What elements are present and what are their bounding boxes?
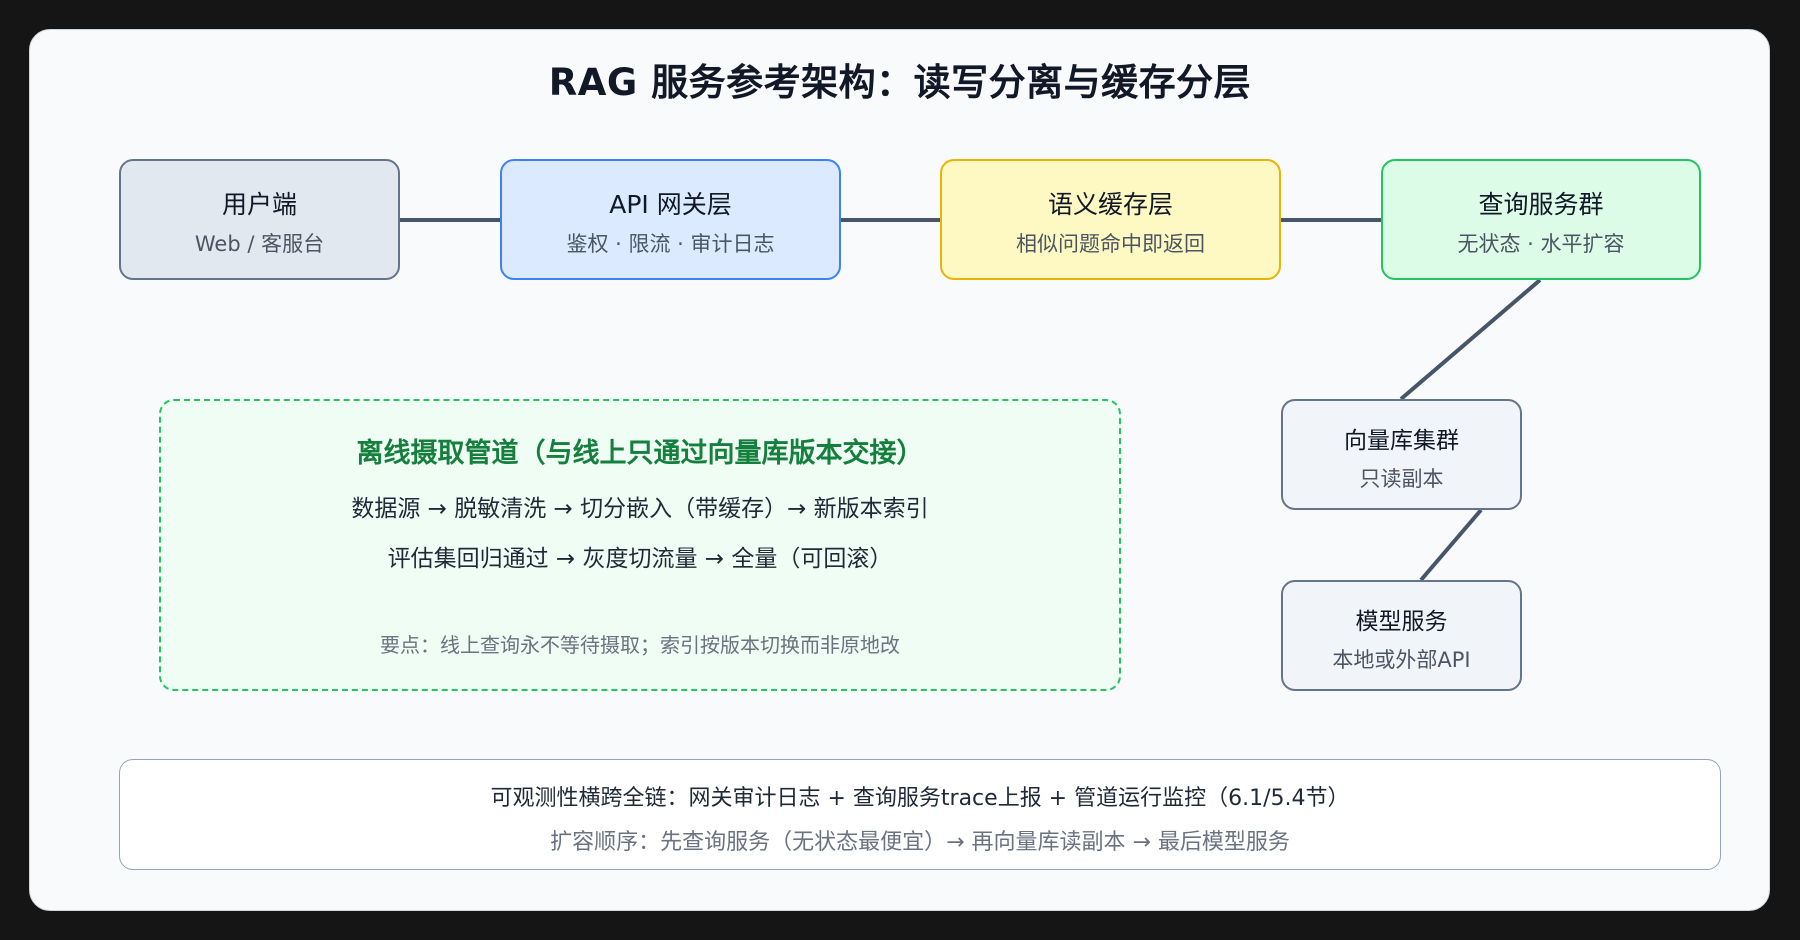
api-gateway-node-title: API 网关层 [609, 190, 732, 219]
pipeline-step-line-2: 评估集回归通过 → 灰度切流量 → 全量（可回滚） [387, 546, 893, 572]
api-gateway-node: API 网关层 鉴权 · 限流 · 审计日志 [500, 159, 841, 280]
connector-vector-model [1419, 508, 1483, 582]
vector-db-node: 向量库集群 只读副本 [1281, 399, 1522, 510]
semantic-cache-node-subtitle: 相似问题命中即返回 [1016, 232, 1205, 256]
diagram-canvas: RAG 服务参考架构：读写分离与缓存分层 用户端 Web / 客服台 API 网… [0, 0, 1800, 940]
pipeline-step-line-1: 数据源 → 脱敏清洗 → 切分嵌入（带缓存）→ 新版本索引 [351, 496, 929, 522]
connector-query-vector [1399, 278, 1542, 401]
client-node: 用户端 Web / 客服台 [119, 159, 400, 280]
vector-db-node-title: 向量库集群 [1344, 428, 1459, 454]
model-service-node: 模型服务 本地或外部API [1281, 580, 1522, 691]
offline-ingest-pipeline: 离线摄取管道（与线上只通过向量库版本交接） 数据源 → 脱敏清洗 → 切分嵌入（… [159, 399, 1121, 691]
footer-observability-text: 可观测性横跨全链：网关审计日志 + 查询服务trace上报 + 管道运行监控（6… [490, 786, 1350, 811]
semantic-cache-node-title: 语义缓存层 [1047, 190, 1173, 219]
model-service-node-title: 模型服务 [1355, 609, 1448, 635]
query-service-node: 查询服务群 无状态 · 水平扩容 [1381, 159, 1701, 280]
api-gateway-node-subtitle: 鉴权 · 限流 · 审计日志 [566, 232, 775, 256]
query-service-node-subtitle: 无状态 · 水平扩容 [1457, 232, 1625, 256]
model-service-node-subtitle: 本地或外部API [1332, 648, 1471, 672]
pipeline-note: 要点：线上查询永不等待摄取；索引按版本切换而非原地改 [380, 633, 900, 657]
client-node-title: 用户端 [221, 190, 297, 219]
vector-db-node-subtitle: 只读副本 [1359, 467, 1444, 491]
query-service-node-title: 查询服务群 [1478, 190, 1604, 219]
footer-scaling-order-text: 扩容顺序：先查询服务（无状态最便宜）→ 再向量库读副本 → 最后模型服务 [550, 830, 1290, 855]
observability-footer: 可观测性横跨全链：网关审计日志 + 查询服务trace上报 + 管道运行监控（6… [119, 759, 1721, 870]
semantic-cache-node: 语义缓存层 相似问题命中即返回 [940, 159, 1281, 280]
pipeline-title: 离线摄取管道（与线上只通过向量库版本交接） [356, 438, 924, 469]
client-node-subtitle: Web / 客服台 [194, 232, 325, 256]
